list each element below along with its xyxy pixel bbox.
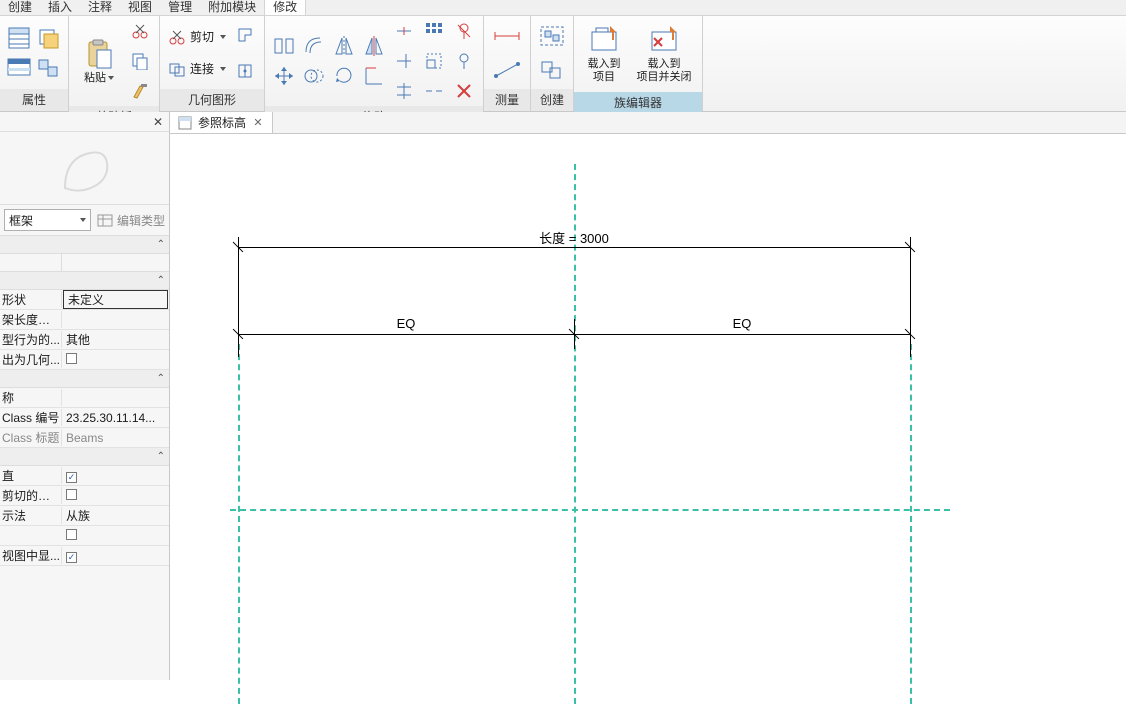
tab-annotate[interactable]: 注释 xyxy=(80,0,120,15)
property-row[interactable]: 剪切的空心 xyxy=(0,486,169,506)
panel-title-properties: 属性 xyxy=(0,89,68,111)
family-category-icon[interactable] xyxy=(36,55,62,81)
split-icon[interactable] xyxy=(391,18,417,44)
mirror-axis-icon[interactable] xyxy=(331,33,357,59)
panel-title-create: 创建 xyxy=(531,89,573,111)
cut-clipboard-icon[interactable] xyxy=(127,18,153,44)
align-icon[interactable] xyxy=(271,33,297,59)
load-into-project-button[interactable]: 载入到项目 xyxy=(580,18,628,90)
workspace: ✕ 框架 编辑类型 ⌃ ⌃ 形状未定义 架长度舍入 型行为的...其他 出为几何… xyxy=(0,112,1126,680)
property-row[interactable]: 架长度舍入 xyxy=(0,310,169,330)
menu-tab-strip: 创建 插入 注释 视图 管理 附加模块 修改 xyxy=(0,0,1126,16)
move-icon[interactable] xyxy=(271,63,297,89)
cope-icon[interactable] xyxy=(232,22,258,48)
view-tab-bar: 参照标高 ✕ xyxy=(170,112,1126,134)
view-tab-label: 参照标高 xyxy=(198,114,246,131)
panel-title-measure: 测量 xyxy=(484,89,530,111)
drawing-canvas[interactable]: 长度 = 3000 EQ EQ xyxy=(170,134,1126,680)
create-group-icon[interactable] xyxy=(537,23,567,49)
panel-create: 创建 xyxy=(531,16,574,111)
checkbox[interactable] xyxy=(66,529,77,540)
property-grid: ⌃ ⌃ 形状未定义 架长度舍入 型行为的...其他 出为几何... ⌃ 称 Cl… xyxy=(0,236,169,680)
copy-icon[interactable] xyxy=(301,63,327,89)
property-row[interactable]: 形状未定义 xyxy=(0,290,169,310)
section-collapse-icon[interactable]: ⌃ xyxy=(157,373,165,384)
load-into-project-close-button[interactable]: 载入到项目并关闭 xyxy=(632,18,696,90)
trim-multi-icon[interactable] xyxy=(391,78,417,104)
property-row[interactable]: 视图中显... xyxy=(0,546,169,566)
property-row[interactable]: 称 xyxy=(0,388,169,408)
checkbox[interactable] xyxy=(66,552,77,563)
section-collapse-icon[interactable]: ⌃ xyxy=(157,239,165,250)
tab-modify[interactable]: 修改 xyxy=(264,0,306,15)
eq-label-right[interactable]: EQ xyxy=(733,316,752,331)
create-similar-icon[interactable] xyxy=(537,57,567,83)
property-row[interactable]: 型行为的...其他 xyxy=(0,330,169,350)
panel-geometry: 剪切 连接 几何图形 xyxy=(160,16,265,111)
panel-family-editor: 载入到项目 载入到项目并关闭 族编辑器 xyxy=(574,16,703,111)
checkbox[interactable] xyxy=(66,353,77,364)
property-row[interactable]: 出为几何... xyxy=(0,350,169,370)
view-tab-close-icon[interactable]: ✕ xyxy=(252,117,264,129)
properties-icon[interactable] xyxy=(6,25,32,51)
property-row[interactable]: 直 xyxy=(0,466,169,486)
delete-icon[interactable] xyxy=(451,78,477,104)
panel-properties: 属性 xyxy=(0,16,69,111)
rotate-icon[interactable] xyxy=(331,63,357,89)
measure-icon[interactable] xyxy=(490,23,524,49)
property-row[interactable] xyxy=(0,526,169,546)
tab-addins[interactable]: 附加模块 xyxy=(200,0,264,15)
dimension-icon[interactable] xyxy=(490,57,524,83)
offset-icon[interactable] xyxy=(301,33,327,59)
eq-label-left[interactable]: EQ xyxy=(397,316,416,331)
match-type-icon[interactable] xyxy=(127,78,153,104)
ref-plane-left-vertical[interactable] xyxy=(238,344,240,704)
pin-icon[interactable] xyxy=(451,48,477,74)
checkbox[interactable] xyxy=(66,489,77,500)
split-gap-icon[interactable] xyxy=(421,78,447,104)
tab-manage[interactable]: 管理 xyxy=(160,0,200,15)
tab-create[interactable]: 创建 xyxy=(0,0,40,15)
array-icon[interactable] xyxy=(421,18,447,44)
trim-single-icon[interactable] xyxy=(391,48,417,74)
type-preview xyxy=(0,132,169,204)
cut-geometry-button[interactable]: 剪切 xyxy=(166,26,228,48)
view-tab[interactable]: 参照标高 ✕ xyxy=(170,112,273,133)
join-geometry-button[interactable]: 连接 xyxy=(166,58,228,80)
properties-palette: ✕ 框架 编辑类型 ⌃ ⌃ 形状未定义 架长度舍入 型行为的...其他 出为几何… xyxy=(0,112,170,680)
split-face-icon[interactable] xyxy=(232,58,258,84)
view-plan-icon xyxy=(178,116,192,130)
panel-title-family-editor: 族编辑器 xyxy=(574,92,702,114)
copy-clipboard-icon[interactable] xyxy=(127,48,153,74)
properties-close-icon[interactable]: ✕ xyxy=(151,115,165,129)
ribbon: 属性 粘贴 剪贴板 xyxy=(0,16,1126,112)
section-collapse-icon[interactable]: ⌃ xyxy=(157,275,165,286)
drawing-area-wrap: 参照标高 ✕ 长度 = 3000 xyxy=(170,112,1126,680)
panel-modify: 修改 xyxy=(265,16,484,111)
type-properties-icon[interactable] xyxy=(36,25,62,51)
dimension-label[interactable]: 长度 = 3000 xyxy=(539,228,609,247)
paste-button[interactable]: 粘贴 xyxy=(75,25,123,97)
property-row[interactable]: Class 编号23.25.30.11.14... xyxy=(0,408,169,428)
ref-plane-right-vertical[interactable] xyxy=(910,344,912,704)
type-selector[interactable]: 框架 xyxy=(4,209,91,231)
scale-icon[interactable] xyxy=(421,48,447,74)
mirror-draw-icon[interactable] xyxy=(361,33,387,59)
property-row[interactable]: 示法从族 xyxy=(0,506,169,526)
family-types-icon[interactable] xyxy=(6,55,32,81)
unpin-icon[interactable] xyxy=(451,18,477,44)
panel-clipboard: 粘贴 剪贴板 xyxy=(69,16,160,111)
edit-type-button[interactable]: 编辑类型 xyxy=(97,212,165,229)
tab-insert[interactable]: 插入 xyxy=(40,0,80,15)
property-row[interactable]: Class 标题Beams xyxy=(0,428,169,448)
tab-view[interactable]: 视图 xyxy=(120,0,160,15)
trim-corner-icon[interactable] xyxy=(361,63,387,89)
panel-measure: 测量 xyxy=(484,16,531,111)
ref-plane-horizontal[interactable] xyxy=(230,509,950,511)
section-collapse-icon[interactable]: ⌃ xyxy=(157,451,165,462)
panel-title-geometry: 几何图形 xyxy=(160,89,264,111)
checkbox[interactable] xyxy=(66,472,77,483)
